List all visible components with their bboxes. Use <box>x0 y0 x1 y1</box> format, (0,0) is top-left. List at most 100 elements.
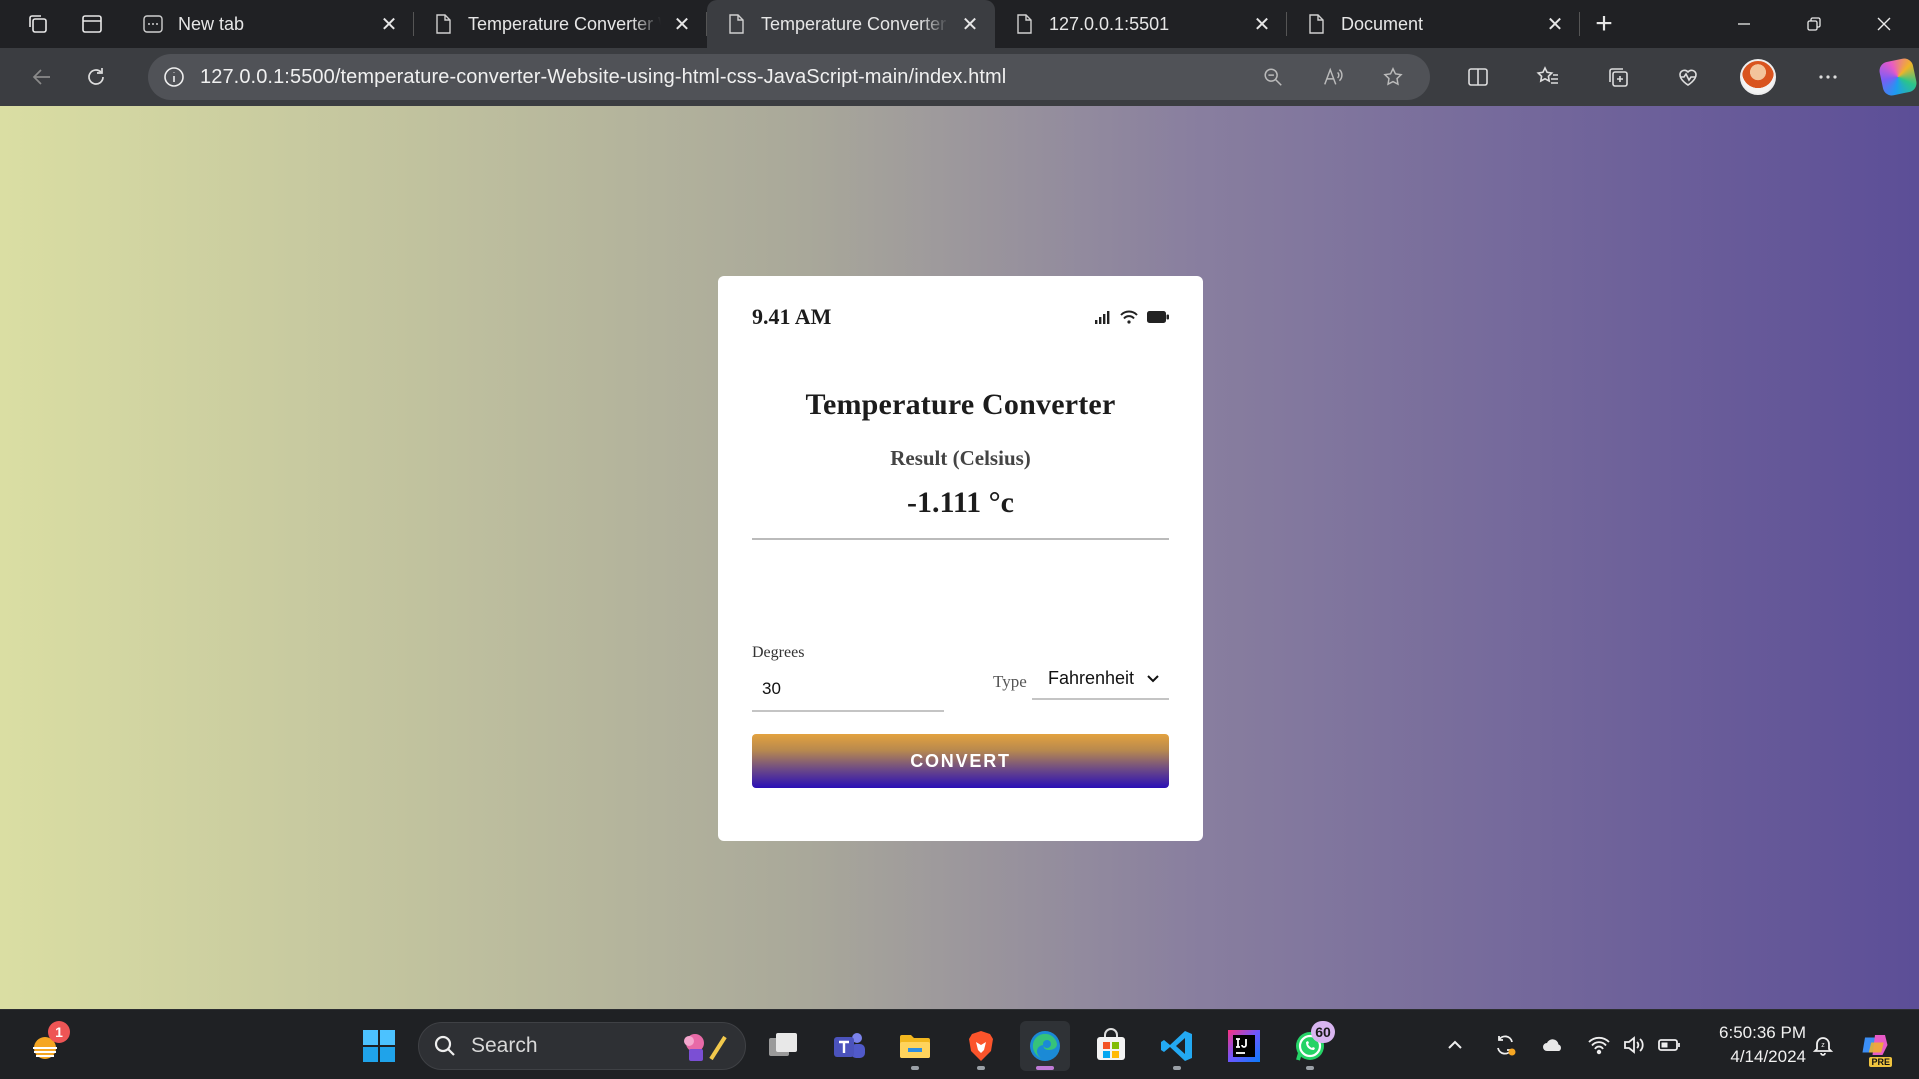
split-screen-icon[interactable] <box>1443 50 1513 104</box>
more-menu-icon[interactable] <box>1793 50 1863 104</box>
converter-card: 9.41 AM Temperature Converter Result (Ce… <box>718 276 1203 841</box>
onedrive-icon[interactable] <box>1536 1010 1570 1079</box>
refresh-button[interactable] <box>69 50 123 104</box>
convert-button[interactable]: CONVERT <box>752 734 1169 788</box>
wifi-tray-icon[interactable] <box>1584 1010 1614 1079</box>
start-button[interactable] <box>354 1021 404 1071</box>
search-highlight-icon <box>684 1034 727 1061</box>
avatar <box>1740 59 1776 95</box>
new-tab-button[interactable]: + <box>1580 0 1628 48</box>
file-explorer-icon[interactable] <box>890 1021 940 1071</box>
wifi-icon <box>1120 310 1138 324</box>
edge-browser-icon[interactable] <box>1020 1021 1070 1071</box>
divider <box>752 538 1169 540</box>
status-time: 9.41 AM <box>752 304 832 329</box>
teams-icon[interactable] <box>824 1021 874 1071</box>
tab-title: Document <box>1341 13 1424 34</box>
signal-icon <box>1095 311 1110 324</box>
address-bar[interactable]: 127.0.0.1:5500/temperature-converter-Web… <box>148 54 1430 100</box>
type-label: Type <box>993 672 1027 691</box>
whatsapp-badge: 60 <box>1311 1021 1335 1043</box>
svg-text:z: z <box>1821 1042 1825 1049</box>
volume-icon[interactable] <box>1618 1010 1648 1079</box>
tab-temperature-converter-1[interactable]: Temperature Converter W ✕ <box>414 0 707 48</box>
battery-tray-icon[interactable] <box>1654 1010 1684 1079</box>
type-select[interactable]: Fahrenheit <box>1032 658 1169 700</box>
phone-status-bar: 9.41 AM <box>752 302 1169 332</box>
running-indicator <box>1306 1066 1314 1070</box>
whatsapp-icon[interactable]: 60 <box>1285 1021 1335 1071</box>
zoom-icon[interactable] <box>1250 54 1296 100</box>
windows-taskbar: 1 Search 60 6:50:36 PM 4/14/2024 z PRE <box>0 1009 1919 1079</box>
windows-logo-icon <box>363 1030 395 1062</box>
vscode-icon[interactable] <box>1152 1021 1202 1071</box>
close-icon[interactable]: ✕ <box>1544 13 1566 36</box>
toolbar-actions <box>1443 48 1919 106</box>
tab-localhost-5501[interactable]: 127.0.0.1:5501 ✕ <box>995 0 1287 48</box>
close-icon[interactable]: ✕ <box>1251 13 1273 36</box>
close-icon[interactable]: ✕ <box>959 13 981 36</box>
tab-strip: New tab ✕ Temperature Converter W ✕ Temp… <box>0 0 1919 48</box>
page-viewport: 9.41 AM Temperature Converter Result (Ce… <box>0 106 1919 1009</box>
profile-avatar[interactable] <box>1723 50 1793 104</box>
close-icon[interactable]: ✕ <box>378 13 400 36</box>
microsoft-store-icon[interactable] <box>1086 1021 1136 1071</box>
taskbar-search[interactable]: Search <box>418 1022 746 1070</box>
tab-title: 127.0.0.1:5501 <box>1049 13 1170 34</box>
back-button[interactable] <box>15 50 69 104</box>
workspaces-icon[interactable] <box>14 0 62 48</box>
minimize-button[interactable] <box>1709 0 1779 48</box>
read-aloud-icon[interactable] <box>1310 54 1356 100</box>
type-select-value: Fahrenheit <box>1048 667 1135 688</box>
search-icon <box>419 1034 471 1058</box>
tab-new-tab[interactable]: New tab ✕ <box>124 0 414 48</box>
copilot-pre-badge: PRE <box>1869 1057 1892 1067</box>
running-indicator <box>977 1066 985 1070</box>
result-value: -1.111 °c <box>907 486 1014 519</box>
running-indicator <box>1036 1066 1054 1070</box>
status-icons <box>1095 309 1169 325</box>
degrees-label: Degrees <box>752 644 805 661</box>
tab-title: Temperature Converter W <box>761 13 949 34</box>
taskbar-clock[interactable]: 6:50:36 PM 4/14/2024 <box>1696 1021 1806 1069</box>
search-placeholder: Search <box>471 1034 538 1057</box>
browser-essentials-icon[interactable] <box>1653 50 1723 104</box>
sync-icon[interactable] <box>1488 1010 1522 1079</box>
favorite-star-icon[interactable] <box>1370 54 1416 100</box>
close-window-button[interactable] <box>1849 0 1919 48</box>
favorites-icon[interactable] <box>1513 50 1583 104</box>
page-title: Temperature Converter <box>805 388 1116 421</box>
brave-browser-icon[interactable] <box>956 1021 1006 1071</box>
page-icon <box>432 13 454 35</box>
restore-button[interactable] <box>1779 0 1849 48</box>
url-text[interactable]: 127.0.0.1:5500/temperature-converter-Web… <box>200 66 1006 89</box>
task-view-icon[interactable] <box>758 1021 808 1071</box>
page-icon <box>1305 13 1327 35</box>
page-icon <box>725 13 747 35</box>
tab-document[interactable]: Document ✕ <box>1287 0 1580 48</box>
browser-toolbar: 127.0.0.1:5500/temperature-converter-Web… <box>0 48 1919 106</box>
clock-time: 6:50:36 PM <box>1719 1023 1806 1042</box>
close-icon[interactable]: ✕ <box>671 13 693 36</box>
running-indicator <box>911 1066 919 1070</box>
weather-badge: 1 <box>48 1021 70 1043</box>
collections-icon[interactable] <box>1583 50 1653 104</box>
clock-date: 4/14/2024 <box>1730 1047 1806 1066</box>
result-label: Result (Celsius) <box>890 446 1031 470</box>
battery-icon <box>1147 311 1169 323</box>
show-hidden-icons[interactable] <box>1440 1010 1470 1079</box>
degrees-input[interactable] <box>752 668 944 712</box>
page-icon <box>1013 13 1035 35</box>
tab-title: Temperature Converter W <box>468 13 661 34</box>
site-info-icon[interactable] <box>148 54 200 100</box>
vertical-tabs-icon[interactable] <box>68 0 116 48</box>
tab-temperature-converter-2[interactable]: Temperature Converter W ✕ <box>707 0 995 48</box>
copilot-taskbar-icon[interactable]: PRE <box>1850 1010 1900 1079</box>
copilot-icon[interactable] <box>1863 50 1919 104</box>
address-bar-actions <box>1250 54 1416 100</box>
running-indicator <box>1173 1066 1181 1070</box>
chevron-down-icon <box>1147 675 1159 683</box>
intellij-icon[interactable] <box>1219 1021 1269 1071</box>
weather-widget[interactable]: 1 <box>20 1021 70 1071</box>
notifications-icon[interactable]: z <box>1806 1010 1840 1079</box>
